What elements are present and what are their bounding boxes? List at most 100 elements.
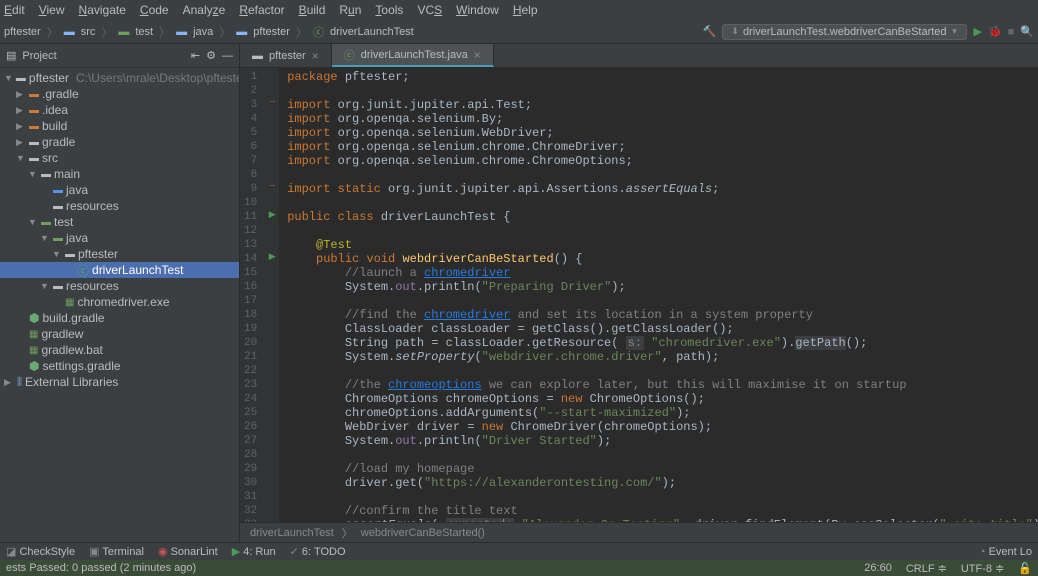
run-config-selector[interactable]: ⬇ driverLaunchTest.webdriverCanBeStarted…: [722, 24, 967, 40]
chevron-right-icon: 〉: [342, 525, 353, 541]
padlock-icon[interactable]: 🔓: [1018, 562, 1032, 575]
run-config-label: driverLaunchTest.webdriverCanBeStarted: [743, 26, 947, 38]
close-icon[interactable]: ×: [312, 49, 319, 63]
hammer-icon[interactable]: 🔨: [703, 25, 717, 38]
todo-tool[interactable]: ✓ 6: TODO: [290, 545, 346, 558]
tree-src[interactable]: ▼▬src: [0, 150, 239, 166]
minimize-icon[interactable]: —: [222, 50, 233, 62]
stop-icon[interactable]: ■: [1008, 26, 1015, 38]
tree-root[interactable]: ▼▬ pftester C:\Users\mrale\Desktop\pftes…: [0, 70, 239, 86]
tree-driverlaunchtest[interactable]: ⓒdriverLaunchTest: [0, 262, 239, 278]
project-header[interactable]: ▤ Project ⇤ ⚙ —: [0, 44, 239, 68]
breadcrumb-pftester[interactable]: pftester: [253, 26, 290, 38]
breadcrumb: pftester 〉 ▬ src 〉 ▬ test 〉 ▬ java 〉 ▬ p…: [4, 24, 414, 40]
menu-help[interactable]: Help: [513, 3, 538, 17]
folder-icon: ▬: [176, 26, 187, 38]
chevron-right-icon: 〉: [101, 24, 112, 40]
code-content[interactable]: package pftester; import org.junit.jupit…: [279, 68, 1038, 522]
menu-window[interactable]: Window: [456, 3, 499, 17]
tree-pftester-pkg[interactable]: ▼▬pftester: [0, 246, 239, 262]
folder-icon: ▬: [64, 26, 75, 38]
tree-gradlew[interactable]: ▦gradlew: [0, 326, 239, 342]
editor-breadcrumb: driverLaunchTest 〉 webdriverCanBeStarted…: [240, 522, 1038, 542]
bc-class[interactable]: driverLaunchTest: [250, 527, 334, 539]
tests-status: ests Passed: 0 passed (2 minutes ago): [6, 562, 196, 574]
project-tool-window: ▤ Project ⇤ ⚙ — ▼▬ pftester C:\Users\mra…: [0, 44, 240, 542]
tree-chromedriver[interactable]: ▦chromedriver.exe: [0, 294, 239, 310]
down-arrow-icon: ⬇: [731, 26, 739, 37]
folder-icon: ▬: [118, 26, 129, 38]
menu-vcs[interactable]: VCS: [417, 3, 442, 17]
cursor-position: 26:60: [864, 562, 892, 574]
menu-edit[interactable]: Edit: [4, 3, 25, 17]
bc-method[interactable]: webdriverCanBeStarted(): [361, 527, 485, 539]
chevron-right-icon: 〉: [47, 24, 58, 40]
debug-icon[interactable]: 🐞: [988, 25, 1002, 38]
main-area: ▤ Project ⇤ ⚙ — ▼▬ pftester C:\Users\mra…: [0, 44, 1038, 542]
tree-main[interactable]: ▼▬main: [0, 166, 239, 182]
menu-analyze[interactable]: Analyze: [183, 3, 226, 17]
editor: ▬ pftester × ⓒ driverLaunchTest.java × 1…: [240, 44, 1038, 542]
search-icon[interactable]: 🔍: [1020, 25, 1034, 38]
tree-main-resources[interactable]: ▬resources: [0, 198, 239, 214]
chevron-right-icon: 〉: [219, 24, 230, 40]
code-area[interactable]: 1234567891011121314151617181920212223242…: [240, 68, 1038, 522]
chevron-right-icon: 〉: [159, 24, 170, 40]
encoding[interactable]: UTF-8 ≑: [961, 562, 1004, 575]
breadcrumb-test[interactable]: test: [135, 26, 153, 38]
project-icon: ▤: [6, 49, 16, 62]
package-icon: ▬: [252, 50, 263, 62]
checkstyle-tool[interactable]: ◪ CheckStyle: [6, 545, 75, 558]
gutter-markers: −−▶▶: [265, 68, 279, 522]
terminal-tool[interactable]: ▣ Terminal: [89, 545, 144, 558]
run-tool[interactable]: ▶ 4: Run: [232, 545, 276, 558]
navigation-toolbar: pftester 〉 ▬ src 〉 ▬ test 〉 ▬ java 〉 ▬ p…: [0, 20, 1038, 44]
sonarlint-tool[interactable]: ◉ SonarLint: [158, 545, 218, 558]
tree-build[interactable]: ▶▬build: [0, 118, 239, 134]
class-icon: ⓒ: [344, 47, 355, 63]
breadcrumb-java[interactable]: java: [193, 26, 213, 38]
tree-gradle[interactable]: ▶▬gradle: [0, 134, 239, 150]
menu-tools[interactable]: Tools: [375, 3, 403, 17]
dropdown-icon: ▼: [951, 27, 959, 36]
menubar: Edit View Navigate Code Analyze Refactor…: [0, 0, 1038, 20]
menu-build[interactable]: Build: [299, 3, 326, 17]
chevron-right-icon: 〉: [296, 24, 307, 40]
tree-test-java[interactable]: ▼▬java: [0, 230, 239, 246]
breadcrumb-root[interactable]: pftester: [4, 26, 41, 38]
tree-test[interactable]: ▼▬test: [0, 214, 239, 230]
tree-gradle-dir[interactable]: ▶▬.gradle: [0, 86, 239, 102]
breadcrumb-class[interactable]: driverLaunchTest: [330, 26, 414, 38]
run-config-area: 🔨 ⬇ driverLaunchTest.webdriverCanBeStart…: [703, 24, 1034, 40]
tree-test-resources[interactable]: ▼▬resources: [0, 278, 239, 294]
line-gutter: 1234567891011121314151617181920212223242…: [240, 68, 265, 522]
collapse-icon[interactable]: ⇤: [191, 49, 200, 62]
close-icon[interactable]: ×: [474, 48, 481, 62]
menu-navigate[interactable]: Navigate: [79, 3, 126, 17]
menu-code[interactable]: Code: [140, 3, 169, 17]
tab-label: driverLaunchTest.java: [361, 49, 468, 61]
tree-gradlew-bat[interactable]: ▦gradlew.bat: [0, 342, 239, 358]
project-tree[interactable]: ▼▬ pftester C:\Users\mrale\Desktop\pftes…: [0, 68, 239, 542]
menu-refactor[interactable]: Refactor: [239, 3, 284, 17]
status-bar: ests Passed: 0 passed (2 minutes ago) 26…: [0, 560, 1038, 576]
gear-icon[interactable]: ⚙: [206, 49, 216, 62]
breadcrumb-src[interactable]: src: [81, 26, 96, 38]
tree-settings-gradle[interactable]: ⬢settings.gradle: [0, 358, 239, 374]
run-icon[interactable]: ▶: [973, 25, 981, 38]
line-separator[interactable]: CRLF ≑: [906, 562, 947, 575]
tab-label: pftester: [269, 50, 306, 62]
editor-tabs: ▬ pftester × ⓒ driverLaunchTest.java ×: [240, 44, 1038, 68]
menu-run[interactable]: Run: [339, 3, 361, 17]
class-icon: ⓒ: [313, 24, 324, 40]
tab-pftester[interactable]: ▬ pftester ×: [240, 44, 332, 67]
folder-icon: ▬: [236, 26, 247, 38]
tab-driverlaunchtest[interactable]: ⓒ driverLaunchTest.java ×: [332, 44, 494, 67]
tree-idea-dir[interactable]: ▶▬.idea: [0, 102, 239, 118]
menu-view[interactable]: View: [39, 3, 65, 17]
tree-build-gradle[interactable]: ⬢build.gradle: [0, 310, 239, 326]
tree-external-libs[interactable]: ▶⫴External Libraries: [0, 374, 239, 390]
event-log[interactable]: ◔ Event Lo: [979, 546, 1032, 558]
project-header-label: Project: [22, 50, 56, 62]
tree-main-java[interactable]: ▬java: [0, 182, 239, 198]
